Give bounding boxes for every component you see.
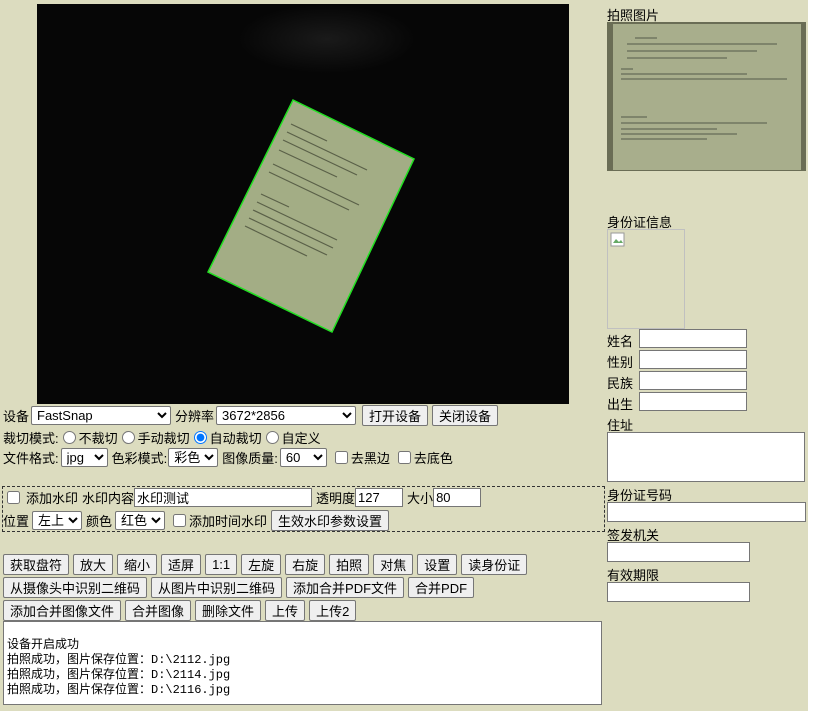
remove-border-checkbox[interactable] (334, 451, 348, 464)
watermark-row-2: 位置 左上 颜色 红色 添加时间水印 生效水印参数设置 (3, 510, 393, 531)
add-pdf-file-button[interactable]: 添加合并PDF文件 (286, 577, 405, 598)
log-output[interactable]: 设备开启成功 拍照成功，图片保存位置：D:\2112.jpg 拍照成功，图片保存位置… (3, 621, 602, 705)
file-format-label: 文件格式: (3, 451, 59, 466)
broken-image-icon (610, 232, 625, 247)
crop-auto-radio[interactable] (193, 431, 207, 444)
cropped-document (206, 98, 415, 334)
rotate-right-button[interactable]: 右旋 (285, 554, 326, 575)
merge-pdf-button[interactable]: 合并PDF (408, 577, 475, 598)
image-quality-label: 图像质量: (222, 451, 278, 466)
watermark-row-1: 添加水印 水印内容 透明度 大小 (3, 488, 482, 507)
image-quality-select[interactable]: 60 (279, 448, 327, 467)
gender-field[interactable] (639, 350, 747, 369)
name-label: 姓名 (607, 334, 634, 349)
button-row-2: 从摄像头中识别二维码 从图片中识别二维码 添加合并PDF文件 合并PDF (3, 577, 478, 598)
close-device-button[interactable]: 关闭设备 (432, 405, 499, 426)
add-image-file-button[interactable]: 添加合并图像文件 (3, 600, 122, 621)
delete-file-button[interactable]: 删除文件 (195, 600, 262, 621)
log-line: 拍照成功，图片保存位置：D:\2112.jpg (7, 653, 231, 667)
size-input[interactable] (433, 488, 482, 507)
crop-row: 裁切模式: 不裁切 手动裁切 自动裁切 自定义 (3, 428, 321, 447)
resolution-label: 分辨率 (175, 409, 215, 424)
birth-label: 出生 (607, 397, 634, 412)
get-drive-button[interactable]: 获取盘符 (3, 554, 70, 575)
crop-manual-label: 手动裁切 (137, 431, 190, 446)
crop-custom-label: 自定义 (281, 431, 321, 446)
capture-button[interactable]: 拍照 (329, 554, 370, 575)
watermark-content-input[interactable] (134, 488, 313, 507)
focus-button[interactable]: 对焦 (373, 554, 414, 575)
add-watermark-checkbox[interactable] (7, 491, 20, 504)
rotate-left-button[interactable]: 左旋 (241, 554, 282, 575)
actual-size-button[interactable]: 1:1 (205, 554, 238, 575)
open-device-button[interactable]: 打开设备 (362, 405, 429, 426)
device-label: 设备 (3, 409, 30, 424)
apply-watermark-button[interactable]: 生效水印参数设置 (271, 510, 390, 531)
camera-preview[interactable] (37, 4, 569, 404)
left-panel: 设备 FastSnap 分辨率 3672*2856 打开设备 关闭设备 裁切模式… (0, 0, 605, 711)
id-number-field[interactable] (607, 502, 806, 522)
remove-border-label: 去黑边 (350, 451, 390, 466)
crop-none-radio[interactable] (62, 431, 76, 444)
crop-none-label: 不裁切 (78, 431, 118, 446)
name-field[interactable] (639, 329, 747, 348)
upload-button[interactable]: 上传 (265, 600, 306, 621)
zoom-out-button[interactable]: 缩小 (117, 554, 158, 575)
log-line: 设备开启成功 (7, 638, 80, 652)
right-panel: 拍照图片 身份证信息 姓名 性别 民族 出生 住址 身份证号码 签发机关 有效期… (605, 0, 808, 711)
settings-button[interactable]: 设置 (417, 554, 458, 575)
time-watermark-checkbox[interactable] (173, 514, 187, 527)
crop-auto-label: 自动裁切 (209, 431, 262, 446)
zoom-in-button[interactable]: 放大 (73, 554, 114, 575)
resolution-select[interactable]: 3672*2856 (216, 406, 357, 425)
button-row-1: 获取盘符 放大 缩小 适屏 1:1 左旋 右旋 拍照 对焦 设置 读身份证 (3, 554, 531, 575)
read-id-card-button[interactable]: 读身份证 (461, 554, 528, 575)
qr-from-image-button[interactable]: 从图片中识别二维码 (151, 577, 283, 598)
remove-bg-label: 去底色 (413, 451, 453, 466)
remove-bg-checkbox[interactable] (397, 451, 411, 464)
format-row: 文件格式: jpg 色彩模式: 彩色 图像质量: 60 去黑边 去底色 (3, 448, 453, 467)
id-photo (607, 229, 685, 329)
watermark-content-label: 水印内容 (82, 491, 135, 506)
crop-custom-radio[interactable] (265, 431, 279, 444)
validity-field[interactable] (607, 582, 750, 602)
device-row: 设备 FastSnap 分辨率 3672*2856 打开设备 关闭设备 (3, 405, 502, 426)
add-watermark-label: 添加水印 (26, 491, 79, 506)
opacity-label: 透明度 (316, 491, 356, 506)
document-preview (206, 98, 415, 334)
photo-thumbnail (613, 24, 801, 170)
log-line: 拍照成功，图片保存位置：D:\2114.jpg (7, 668, 231, 682)
crop-manual-radio[interactable] (121, 431, 135, 444)
fit-screen-button[interactable]: 适屏 (161, 554, 202, 575)
captured-photo (607, 22, 806, 171)
device-select[interactable]: FastSnap (31, 406, 172, 425)
position-label: 位置 (3, 514, 30, 529)
size-label: 大小 (407, 491, 434, 506)
time-watermark-label: 添加时间水印 (189, 514, 268, 529)
ethnicity-label: 民族 (607, 376, 634, 391)
ethnicity-field[interactable] (639, 371, 747, 390)
opacity-input[interactable] (355, 488, 404, 507)
watermark-color-select[interactable]: 红色 (115, 511, 166, 530)
upload2-button[interactable]: 上传2 (309, 600, 357, 621)
color-mode-select[interactable]: 彩色 (168, 448, 219, 467)
birth-field[interactable] (639, 392, 747, 411)
log-line: 拍照成功，图片保存位置：D:\2116.jpg (7, 683, 231, 697)
qr-from-camera-button[interactable]: 从摄像头中识别二维码 (3, 577, 148, 598)
watermark-color-label: 颜色 (86, 514, 113, 529)
merge-image-button[interactable]: 合并图像 (125, 600, 192, 621)
address-field[interactable] (607, 432, 805, 482)
gender-label: 性别 (607, 355, 634, 370)
issuer-field[interactable] (607, 542, 750, 562)
crop-mode-label: 裁切模式: (3, 431, 59, 446)
position-select[interactable]: 左上 (32, 511, 83, 530)
color-mode-label: 色彩模式: (111, 451, 168, 466)
file-format-select[interactable]: jpg (60, 448, 108, 467)
button-row-3: 添加合并图像文件 合并图像 删除文件 上传 上传2 (3, 600, 360, 621)
